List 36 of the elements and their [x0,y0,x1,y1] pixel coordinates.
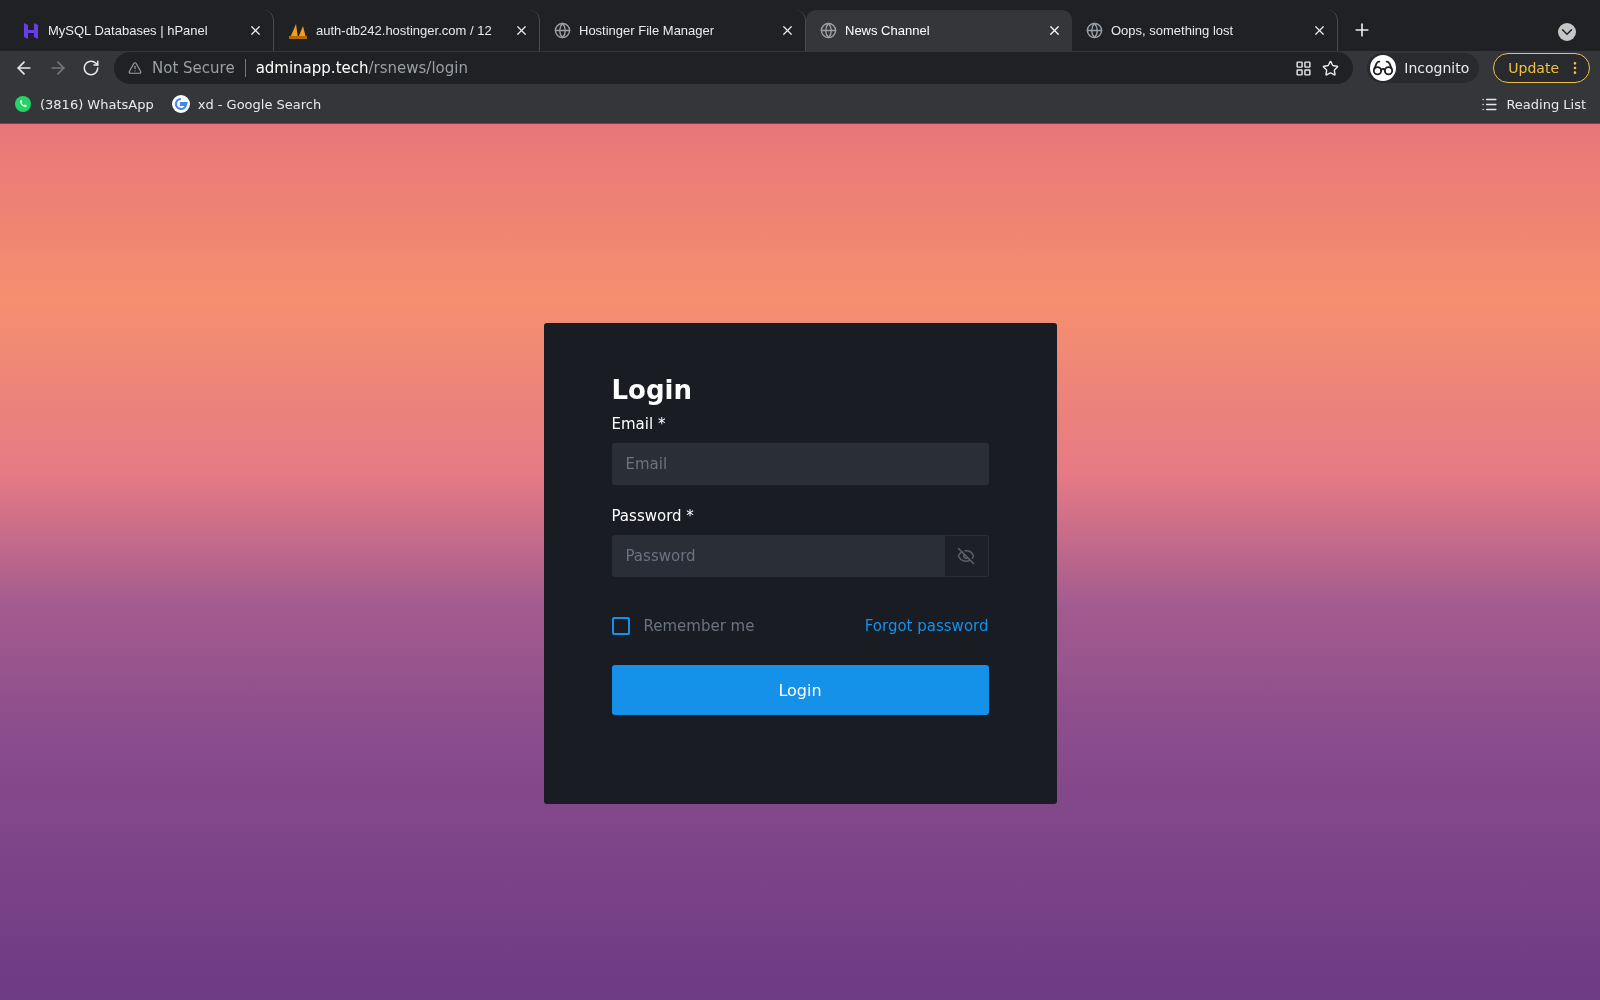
globe-icon [554,22,571,39]
close-icon[interactable] [1047,23,1062,38]
chat-bubble-icon [14,95,32,113]
password-field[interactable]: Password [611,535,944,577]
forgot-password-link[interactable]: Forgot password [864,617,989,635]
close-icon[interactable] [514,23,529,38]
close-icon[interactable] [780,23,795,38]
incognito-icon [1370,55,1397,81]
grid-icon[interactable] [1295,59,1313,77]
bookmark-link[interactable]: xd - Google Search [171,95,322,113]
chevron-down-icon[interactable] [1558,23,1576,41]
eye-slash-icon [957,547,975,565]
security-label: Not Secure [152,59,235,77]
close-icon[interactable] [1312,23,1327,38]
globe-icon [820,22,837,39]
login-title: Login [611,375,693,405]
g-logo-icon [171,95,190,113]
email-field[interactable]: Email [611,443,989,485]
password-label: Password * [611,507,695,525]
update-button[interactable]: Update [1493,53,1590,83]
warning-icon [128,61,142,75]
star-icon[interactable] [1322,59,1340,77]
address-bar[interactable]: Not Secure adminapp.tech/rsnews/login [114,52,1354,84]
browser-tab[interactable]: News Channel [806,10,1072,51]
reload-icon[interactable] [82,59,100,77]
email-label: Email * [611,415,667,433]
url-text: adminapp.tech/rsnews/login [255,59,468,77]
remember-label: Remember me [643,617,755,635]
h-logo-icon [22,21,40,40]
remember-checkbox[interactable] [611,617,630,635]
reading-list-button[interactable]: Reading List [1481,95,1586,113]
profile-chip[interactable]: Incognito [1367,53,1480,83]
bookmark-link[interactable]: (3816) WhatsApp [14,95,154,113]
close-icon[interactable] [248,23,263,38]
show-password-button[interactable] [943,535,989,577]
globe-icon [1086,22,1103,39]
